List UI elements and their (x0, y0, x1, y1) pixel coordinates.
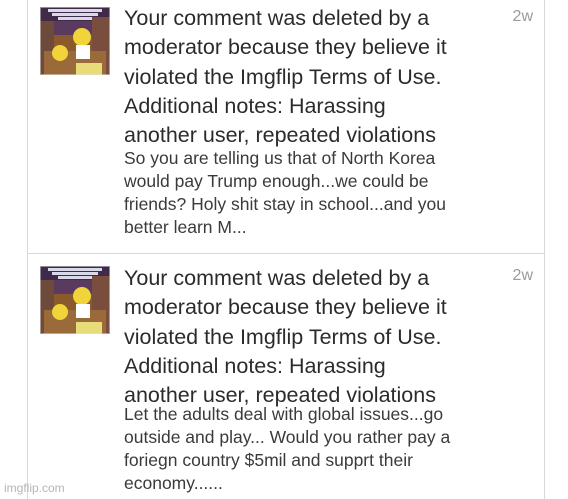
comment-excerpt: So you are telling us that of North Kore… (124, 148, 446, 237)
meme-thumbnail-icon[interactable] (40, 7, 110, 75)
notification-message: Your comment was deleted by a moderator … (124, 6, 447, 148)
notification-item[interactable]: Your comment was deleted by a moderator … (27, 0, 545, 254)
imgflip-watermark: imgflip.com (4, 481, 65, 495)
meme-thumbnail-icon[interactable] (40, 266, 110, 334)
notification-message: Your comment was deleted by a moderator … (124, 266, 447, 408)
notification-item[interactable]: Your comment was deleted by a moderator … (27, 254, 545, 499)
notification-time: 2w (512, 267, 533, 284)
comment-excerpt: Let the adults deal with global issues..… (124, 404, 451, 493)
notification-time: 2w (512, 8, 533, 25)
